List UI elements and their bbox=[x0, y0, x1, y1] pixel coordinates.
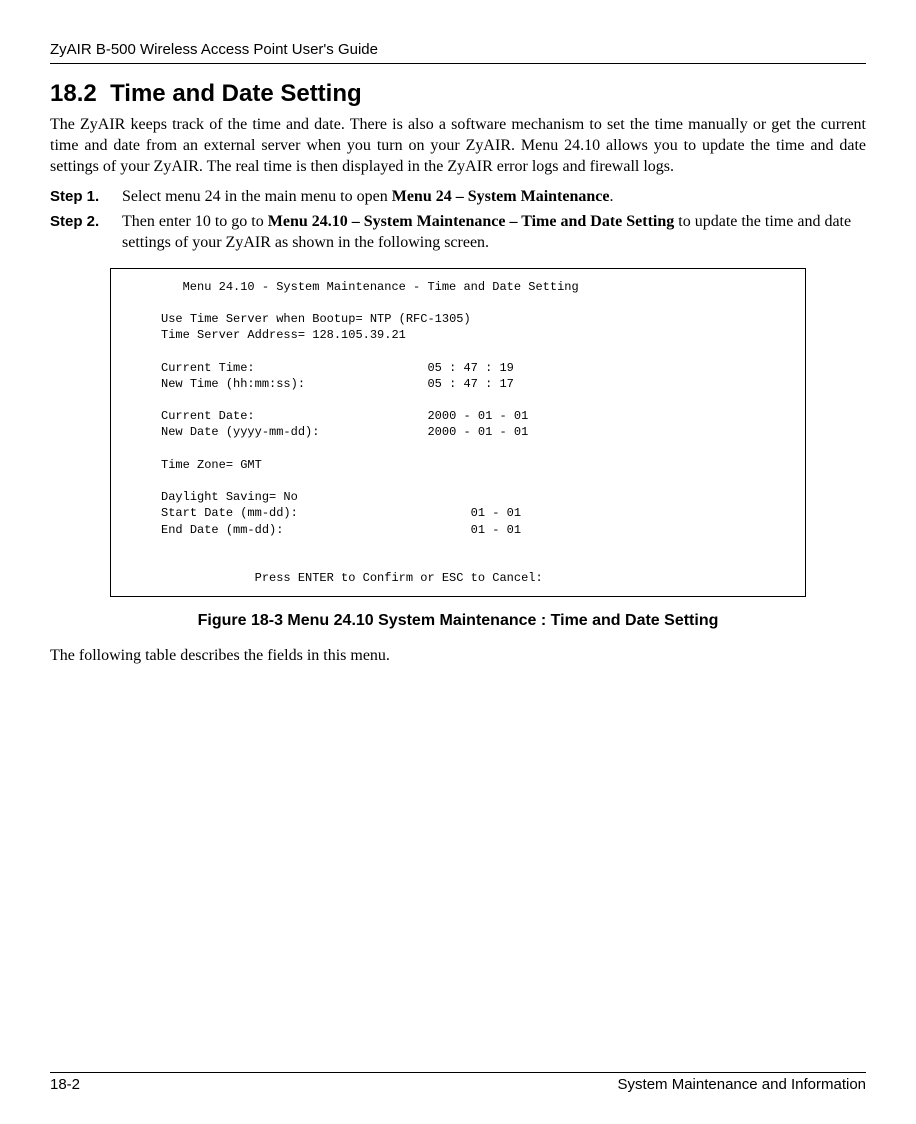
term-curdate-label: Current Date: bbox=[161, 409, 255, 423]
term-enddate-label: End Date (mm-dd): bbox=[161, 523, 283, 537]
term-newtime-label: New Time (hh:mm:ss): bbox=[161, 377, 305, 391]
terminal-screen: Menu 24.10 - System Maintenance - Time a… bbox=[110, 268, 806, 598]
page-number: 18-2 bbox=[50, 1075, 80, 1095]
term-curtime-label: Current Time: bbox=[161, 361, 255, 375]
term-prompt: Press ENTER to Confirm or ESC to Cancel: bbox=[255, 571, 543, 585]
section-intro: The ZyAIR keeps track of the time and da… bbox=[50, 115, 866, 177]
step-text-pre: Then enter 10 to go to bbox=[122, 213, 268, 230]
step-row: Step 2. Then enter 10 to go to Menu 24.1… bbox=[50, 212, 866, 254]
step-body: Then enter 10 to go to Menu 24.10 – Syst… bbox=[122, 212, 866, 254]
step-label: Step 2. bbox=[50, 212, 122, 254]
footer-section: System Maintenance and Information bbox=[618, 1075, 866, 1095]
step-text-post: . bbox=[609, 188, 613, 205]
section-heading: 18.2 Time and Date Setting bbox=[50, 78, 866, 109]
section-number: 18.2 bbox=[50, 80, 97, 107]
closing-paragraph: The following table describes the fields… bbox=[50, 646, 866, 667]
step-body: Select menu 24 in the main menu to open … bbox=[122, 187, 866, 208]
term-startdate-label: Start Date (mm-dd): bbox=[161, 506, 298, 520]
step-text-bold: Menu 24.10 – System Maintenance – Time a… bbox=[268, 213, 675, 230]
step-text-bold: Menu 24 – System Maintenance bbox=[392, 188, 610, 205]
section-title-text: Time and Date Setting bbox=[110, 80, 362, 107]
page-footer: 18-2 System Maintenance and Information bbox=[50, 1072, 866, 1095]
term-title: Menu 24.10 - System Maintenance - Time a… bbox=[183, 280, 579, 294]
step-text-pre: Select menu 24 in the main menu to open bbox=[122, 188, 392, 205]
term-curtime-value: 05 : 47 : 19 bbox=[427, 361, 513, 375]
figure-caption: Figure 18-3 Menu 24.10 System Maintenanc… bbox=[50, 611, 866, 632]
step-row: Step 1. Select menu 24 in the main menu … bbox=[50, 187, 866, 208]
term-curdate-value: 2000 - 01 - 01 bbox=[427, 409, 528, 423]
term-newtime-value: 05 : 47 : 17 bbox=[427, 377, 513, 391]
doc-header-title: ZyAIR B-500 Wireless Access Point User's… bbox=[50, 41, 378, 58]
term-serveraddr: Time Server Address= 128.105.39.21 bbox=[161, 328, 406, 342]
term-newdate-value: 2000 - 01 - 01 bbox=[427, 425, 528, 439]
term-daylight: Daylight Saving= No bbox=[161, 490, 298, 504]
term-enddate-value: 01 - 01 bbox=[471, 523, 521, 537]
term-newdate-label: New Date (yyyy-mm-dd): bbox=[161, 425, 319, 439]
term-useserver: Use Time Server when Bootup= NTP (RFC-13… bbox=[161, 312, 471, 326]
step-label: Step 1. bbox=[50, 187, 122, 208]
term-tz: Time Zone= GMT bbox=[161, 458, 262, 472]
term-startdate-value: 01 - 01 bbox=[471, 506, 521, 520]
